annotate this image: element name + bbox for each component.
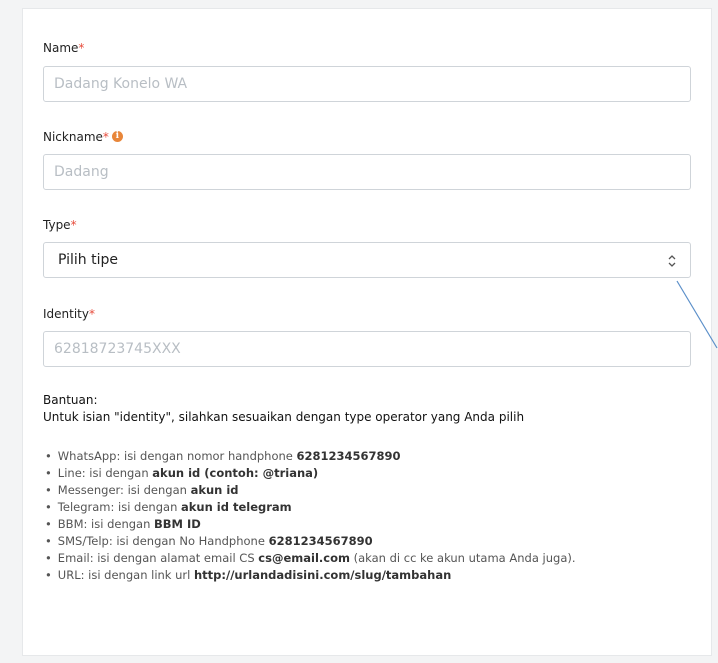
help-item-bold: BBM ID <box>154 517 201 531</box>
help-list: WhatsApp: isi dengan nomor handphone 628… <box>43 448 693 584</box>
name-input[interactable] <box>43 66 691 102</box>
help-item-telegram: Telegram: isi dengan akun id telegram <box>43 499 693 516</box>
help-item-suffix: (akan di cc ke akun utama Anda juga). <box>349 551 576 565</box>
help-item-text: WhatsApp: isi dengan nomor handphone <box>57 449 297 463</box>
required-marker: * <box>89 307 95 321</box>
identity-input[interactable] <box>43 331 691 367</box>
required-marker: * <box>78 41 85 55</box>
identity-label-text: Identity <box>43 307 89 321</box>
nickname-label: Nickname* i <box>43 130 123 144</box>
help-item-email: Email: isi dengan alamat email CS cs@ema… <box>43 550 693 567</box>
help-item-sms: SMS/Telp: isi dengan No Handphone 628123… <box>43 533 693 550</box>
help-item-text: Messenger: isi dengan <box>57 483 191 497</box>
identity-label: Identity* <box>43 307 95 321</box>
help-item-bold: 6281234567890 <box>296 449 401 463</box>
required-marker: * <box>70 218 77 232</box>
help-item-bold: 6281234567890 <box>268 534 373 548</box>
type-label-text: Type <box>43 218 71 232</box>
help-item-bold: akun id <box>190 483 239 497</box>
form-card: Name* Nickname*i Type* Pilih tipe Identi… <box>22 8 712 656</box>
nickname-label-text: Nickname <box>43 130 103 144</box>
type-select[interactable]: Pilih tipe <box>43 242 691 278</box>
required-marker: * <box>102 130 109 144</box>
help-item-bbm: BBM: isi dengan BBM ID <box>43 516 693 533</box>
type-label: Type* <box>43 218 77 232</box>
help-item-text: Line: isi dengan <box>57 466 153 480</box>
help-item-messenger: Messenger: isi dengan akun id <box>43 482 693 499</box>
help-item-bold: http://urlandadisini.com/slug/tambahan <box>194 568 452 582</box>
name-label: Name* <box>43 41 84 55</box>
help-item-bold: akun id (contoh: @triana) <box>152 466 319 480</box>
help-item-whatsapp: WhatsApp: isi dengan nomor handphone 628… <box>43 448 693 465</box>
help-item-text: SMS/Telp: isi dengan No Handphone <box>57 534 269 548</box>
help-item-text: Telegram: isi dengan <box>57 500 182 514</box>
help-title: Bantuan: <box>43 393 98 407</box>
help-item-url: URL: isi dengan link url http://urlandad… <box>43 567 693 584</box>
help-item-line: Line: isi dengan akun id (contoh: @trian… <box>43 465 693 482</box>
info-circle-icon[interactable]: i <box>111 131 123 142</box>
help-item-text: Email: isi dengan alamat email CS <box>57 551 259 565</box>
help-subtitle: Untuk isian "identity", silahkan sesuaik… <box>43 410 525 424</box>
nickname-input[interactable] <box>43 154 691 190</box>
type-select-value: Pilih tipe <box>58 252 119 268</box>
name-label-text: Name <box>43 41 79 55</box>
help-section: Bantuan: Untuk isian "identity", silahka… <box>43 392 524 426</box>
help-item-text: URL: isi dengan link url <box>57 568 194 582</box>
select-arrows-icon <box>668 255 676 267</box>
help-item-bold: cs@email.com <box>258 551 350 565</box>
help-item-text: BBM: isi dengan <box>57 517 155 531</box>
help-item-bold: akun id telegram <box>181 500 292 514</box>
